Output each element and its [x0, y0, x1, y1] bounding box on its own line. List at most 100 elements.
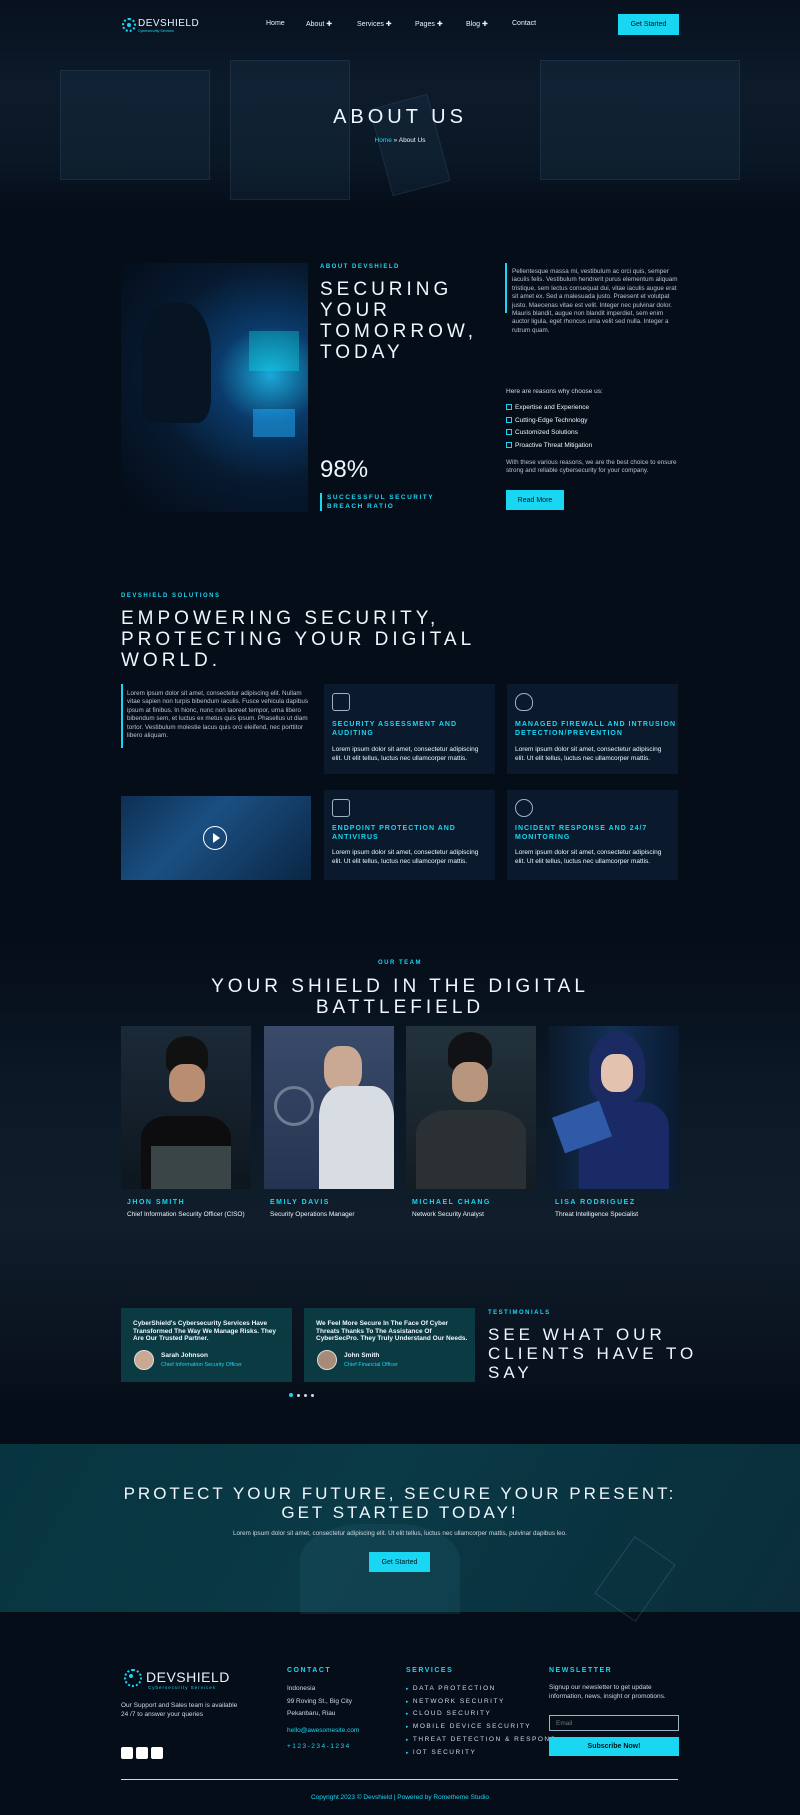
shield-icon: [332, 693, 350, 711]
footer-about-line: 24 /7 to answer your queries: [121, 1710, 204, 1718]
footer-about: Our Support and Sales team is available …: [121, 1702, 237, 1719]
reasons-intro: Here are reasons why choose us:: [506, 388, 603, 395]
service-title-line: MONITORING: [515, 834, 571, 841]
service-text-line: Lorem ipsum dolor sit amet, consectetur …: [515, 746, 662, 753]
testimonials-title-line: SAY: [488, 1363, 533, 1382]
breadcrumb-home[interactable]: Home: [375, 137, 392, 144]
team-member-name: MICHAEL CHANG: [412, 1199, 491, 1206]
service-text-line: elit. Ut elit tellus, luctus nec ullamco…: [515, 858, 651, 865]
solutions-paragraph: Lorem ipsum dolor sit amet, consectetur …: [127, 690, 308, 740]
service-card[interactable]: ENDPOINT PROTECTION AND ANTIVIRUS Lorem i…: [324, 790, 495, 880]
photo-body: [319, 1086, 394, 1189]
footer-service-link[interactable]: IOT SECURITY: [406, 1749, 476, 1756]
footer-service-link[interactable]: THREAT DETECTION & RESPONS: [406, 1736, 556, 1743]
footer-divider: [121, 1779, 678, 1780]
reason-item: Proactive Threat Mitigation: [515, 442, 593, 449]
nav-about-label: About: [306, 21, 325, 28]
newsletter-email-input[interactable]: [549, 1715, 679, 1731]
carousel-dot[interactable]: [297, 1394, 300, 1397]
subscribe-button[interactable]: Subscribe Now!: [549, 1737, 679, 1756]
reason-item: Expertise and Experience: [515, 404, 590, 411]
nav-blog-label: Blog: [466, 21, 481, 28]
team-photo[interactable]: [264, 1026, 394, 1189]
avatar: [134, 1350, 154, 1370]
cta-get-started-button[interactable]: Get Started: [369, 1552, 430, 1572]
footer-email-link[interactable]: hello@awesomesite.com: [287, 1727, 359, 1734]
team-member-role: Network Security Analyst: [412, 1211, 484, 1218]
cta-text: Lorem ipsum dolor sit amet, consectetur …: [233, 1530, 567, 1537]
testimonial-card: CyberShield's Cybersecurity Services Hav…: [121, 1308, 292, 1382]
service-title-line: INCIDENT RESPONSE AND 24/7: [515, 825, 648, 832]
team-photo[interactable]: [406, 1026, 536, 1189]
nav-about[interactable]: About ✚: [306, 20, 332, 28]
photo-face: [601, 1054, 633, 1092]
plus-icon: ✚: [385, 21, 392, 28]
read-more-button[interactable]: Read More: [506, 490, 564, 510]
service-text-line: elit. Ut elit tellus, luctus nec ullamco…: [515, 755, 651, 762]
get-started-button[interactable]: Get Started: [618, 14, 679, 35]
team-member-role: Security Operations Manager: [270, 1211, 355, 1218]
service-card[interactable]: INCIDENT RESPONSE AND 24/7 MONITORING Lor…: [507, 790, 678, 880]
solutions-title-line: EMPOWERING SECURITY,: [121, 608, 440, 629]
footer-address: 99 Roving St., Big City: [287, 1698, 353, 1705]
nav-contact[interactable]: Contact: [512, 20, 536, 27]
hero-banner: [0, 0, 800, 210]
nav-blog[interactable]: Blog ✚: [466, 20, 488, 28]
photo-face: [169, 1064, 205, 1102]
paragraph-divider: [505, 263, 507, 313]
team-title: YOUR SHIELD IN THE DIGITAL BATTLEFIELD: [0, 976, 800, 1018]
carousel-dot-active[interactable]: [289, 1393, 293, 1397]
service-title-line: ANTIVIRUS: [332, 834, 379, 841]
service-text-line: elit. Ut elit tellus, luctus nec ullamco…: [332, 755, 468, 762]
service-card[interactable]: MANAGED FIREWALL AND INTRUSION DETECTION/…: [507, 684, 678, 774]
solutions-title-line: WORLD.: [121, 650, 221, 671]
stat-label-line: SUCCESSFUL SECURITY: [327, 494, 435, 501]
footer-service-link[interactable]: NETWORK SECURITY: [406, 1698, 505, 1705]
cta-title-line: PROTECT YOUR FUTURE, SECURE YOUR PRESENT…: [123, 1484, 677, 1503]
solutions-video[interactable]: [121, 796, 311, 880]
plus-icon: ✚: [481, 21, 488, 28]
logo-icon[interactable]: [122, 18, 136, 32]
testimonial-name: Sarah Johnson: [161, 1352, 208, 1359]
instagram-icon[interactable]: [151, 1747, 163, 1759]
footer-service-link[interactable]: DATA PROTECTION: [406, 1685, 496, 1692]
footer-newsletter-line: information, news, insight or promotions…: [549, 1692, 666, 1700]
service-card[interactable]: SECURITY ASSESSMENT AND AUDITING Lorem ip…: [324, 684, 495, 774]
testimonial-quote-line: Transformed The Way We Manage Risks. The…: [133, 1327, 277, 1335]
service-text-line: Lorem ipsum dolor sit amet, consectetur …: [515, 849, 662, 856]
footer-service-link[interactable]: MOBILE DEVICE SECURITY: [406, 1723, 531, 1730]
facebook-icon[interactable]: [121, 1747, 133, 1759]
footer-logo-icon[interactable]: [124, 1669, 142, 1687]
footer-service-link[interactable]: CLOUD SECURITY: [406, 1710, 491, 1717]
nav-services-label: Services: [357, 21, 384, 28]
team-member-name: EMILY DAVIS: [270, 1199, 330, 1206]
footer-logo-text[interactable]: DEVSHIELD: [146, 1669, 230, 1685]
cta-deco: [594, 1535, 676, 1623]
service-title: INCIDENT RESPONSE AND 24/7 MONITORING: [515, 824, 647, 842]
team-member-role: Threat Intelligence Specialist: [555, 1211, 639, 1218]
service-title: MANAGED FIREWALL AND INTRUSION DETECTION/…: [515, 720, 676, 738]
stat-label: SUCCESSFUL SECURITY BREACH RATIO: [327, 493, 434, 511]
service-title: ENDPOINT PROTECTION AND ANTIVIRUS: [332, 824, 456, 842]
testimonial-quote-line: We Feel More Secure In The Face Of Cyber: [316, 1320, 449, 1327]
footer-phone-link[interactable]: +123-234-1234: [287, 1743, 351, 1750]
cta-title: PROTECT YOUR FUTURE, SECURE YOUR PRESENT…: [0, 1484, 800, 1522]
logo-text[interactable]: DEVSHIELD: [138, 18, 199, 29]
carousel-dot[interactable]: [311, 1394, 314, 1397]
breadcrumb-current: About Us: [398, 137, 426, 144]
footer-newsletter-text: Signup our newsletter to get update info…: [549, 1684, 666, 1701]
carousel-dots: [289, 1393, 314, 1397]
nav-services[interactable]: Services ✚: [357, 20, 392, 28]
nav-pages[interactable]: Pages ✚: [415, 20, 443, 28]
nav-home[interactable]: Home: [266, 20, 285, 27]
team-photo[interactable]: [549, 1026, 679, 1189]
about-image: [121, 263, 308, 512]
solutions-divider: [121, 684, 123, 748]
logo-tagline: Cybersecurity Services: [138, 29, 174, 33]
twitter-icon[interactable]: [136, 1747, 148, 1759]
nav-pages-label: Pages: [415, 21, 435, 28]
about-title-line: TOMORROW,: [320, 321, 478, 342]
team-member-role: Chief Information Security Officer (CISO…: [127, 1211, 245, 1218]
team-photo[interactable]: [121, 1026, 251, 1189]
carousel-dot[interactable]: [304, 1394, 307, 1397]
